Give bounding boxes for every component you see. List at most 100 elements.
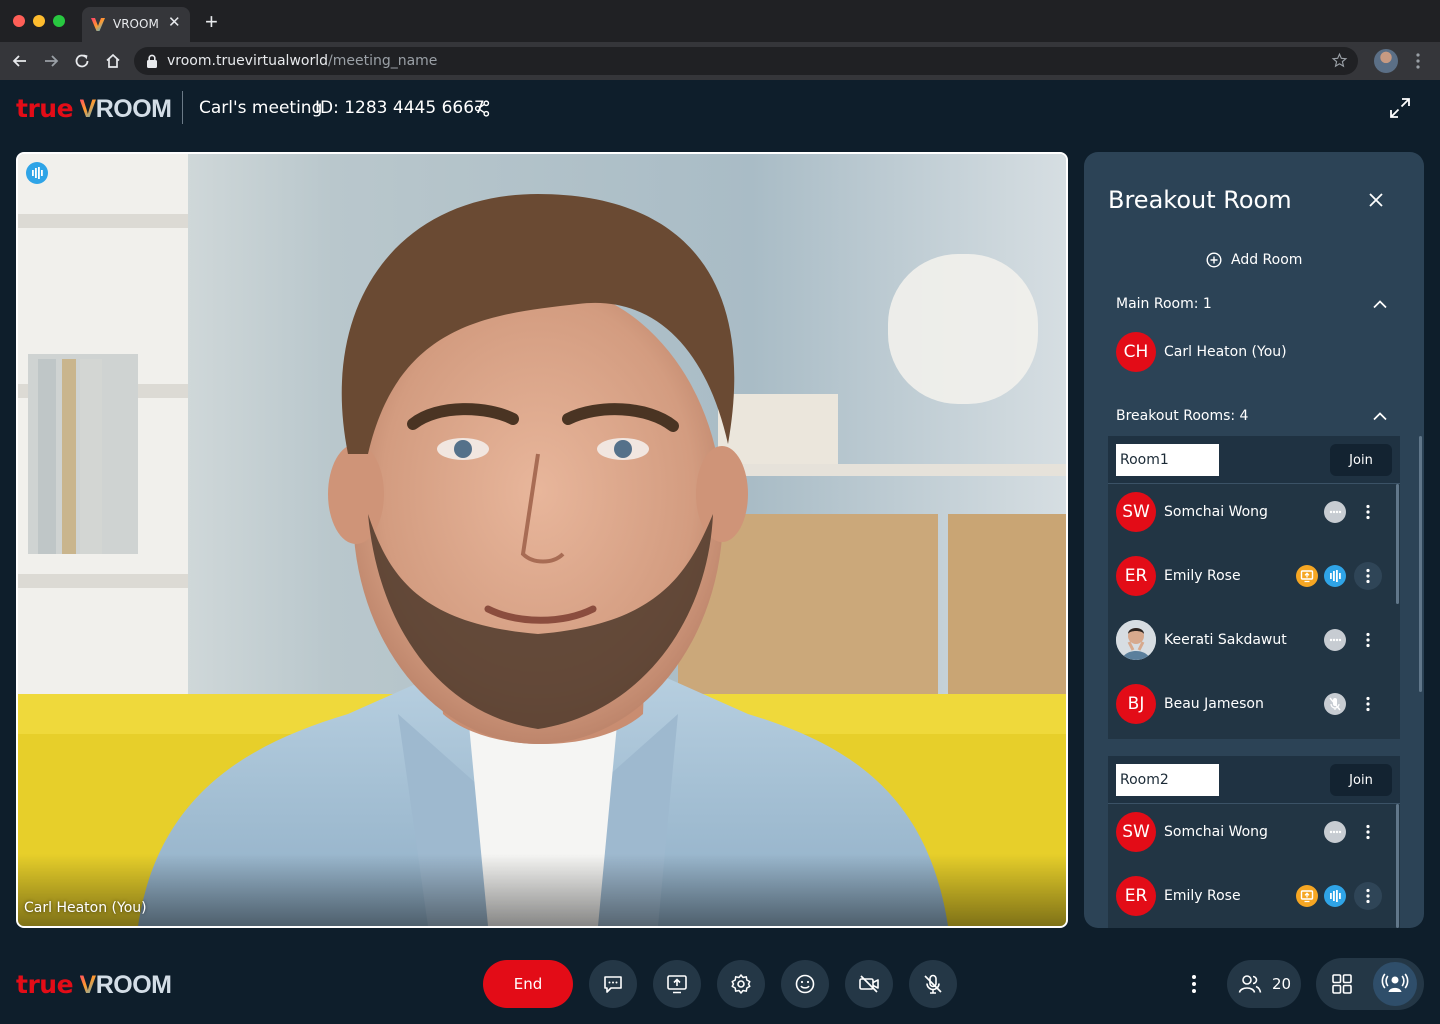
participant-name: Carl Heaton (You) [1164, 344, 1287, 360]
waiting-dots-icon [1324, 629, 1346, 651]
scrollbar[interactable] [1396, 484, 1399, 604]
avatar-photo [1116, 620, 1156, 660]
breakout-room-icon [1381, 973, 1409, 992]
more-options-icon[interactable] [1354, 818, 1382, 846]
participant-name: Emily Rose [1164, 568, 1241, 584]
profile-avatar[interactable] [1374, 49, 1398, 73]
room-header: Join [1108, 436, 1400, 484]
avatar: BJ [1116, 684, 1156, 724]
url-text: vroom.truevirtualworld/meeting_name [167, 53, 438, 69]
new-tab-icon[interactable]: + [205, 11, 218, 33]
participants-icon [1238, 975, 1262, 993]
mic-toggle-button[interactable] [909, 960, 957, 1008]
browser-toolbar: vroom.truevirtualworld/meeting_name [0, 42, 1440, 80]
avatar: CH [1116, 332, 1156, 372]
room-card-room2: Join SW Somchai Wong ER Emily Rose [1108, 756, 1400, 928]
close-icon[interactable] [1368, 192, 1384, 208]
true-vroom-logo: true VROOM [16, 94, 172, 123]
vroom-favicon-icon [91, 18, 105, 31]
participant-name: Somchai Wong [1164, 504, 1268, 520]
avatar: ER [1116, 876, 1156, 916]
view-toggle-group [1316, 958, 1424, 1010]
reactions-button[interactable] [781, 960, 829, 1008]
participant-name: Emily Rose [1164, 888, 1241, 904]
avatar: ER [1116, 556, 1156, 596]
address-bar[interactable]: vroom.truevirtualworld/meeting_name [134, 47, 1358, 75]
camera-off-icon [859, 975, 879, 993]
meeting-id: ID: 1283 4445 6667 [315, 98, 485, 118]
reload-icon[interactable] [72, 51, 92, 71]
chevron-up-icon[interactable] [1372, 299, 1388, 309]
meeting-title: Carl's meeting [199, 98, 323, 118]
bookmark-star-icon[interactable] [1331, 52, 1348, 69]
browser-tab-bar: VROOM ✕ + [0, 0, 1440, 42]
home-icon[interactable] [103, 51, 123, 71]
waiting-dots-icon [1324, 821, 1346, 843]
browser-tab[interactable]: VROOM ✕ [82, 7, 190, 42]
mic-off-icon [924, 974, 942, 994]
chat-icon [604, 976, 622, 993]
share-icon[interactable] [474, 100, 491, 117]
chevron-up-icon[interactable] [1372, 411, 1388, 421]
camera-toggle-button[interactable] [845, 960, 893, 1008]
presenting-icon [1296, 565, 1318, 587]
fullscreen-expand-icon[interactable] [1389, 97, 1411, 119]
window-minimize-button[interactable] [33, 15, 45, 27]
avatar: SW [1116, 492, 1156, 532]
participant-video-frame [18, 154, 1066, 926]
breakout-room-panel: Breakout Room Add Room Main Room: 1 CH C… [1084, 152, 1424, 928]
tab-title: VROOM [113, 17, 159, 31]
more-options-icon[interactable] [1354, 626, 1382, 654]
panel-scrollbar[interactable] [1419, 436, 1422, 692]
participant-count: 20 [1271, 975, 1292, 993]
panel-title: Breakout Room [1108, 186, 1292, 214]
add-room-button[interactable]: Add Room [1206, 250, 1302, 270]
breakout-room-toggle[interactable] [1373, 962, 1417, 1006]
more-options-icon[interactable] [1354, 498, 1382, 526]
more-options-icon[interactable] [1354, 562, 1382, 590]
participant-name: Keerati Sakdawut [1164, 632, 1287, 648]
chat-button[interactable] [589, 960, 637, 1008]
browser-menu-icon[interactable] [1414, 52, 1422, 70]
avatar: SW [1116, 812, 1156, 852]
room-card-room1: Join SW Somchai Wong ER Emily Rose [1108, 436, 1400, 739]
speaking-indicator-icon [26, 162, 48, 184]
true-vroom-footer-logo: true VROOM [16, 970, 172, 999]
grid-view-icon[interactable] [1330, 972, 1354, 996]
window-maximize-button[interactable] [53, 15, 65, 27]
lock-icon [147, 54, 157, 68]
speaking-indicator-icon [1324, 565, 1346, 587]
participants-button[interactable]: 20 [1227, 960, 1301, 1008]
main-video-tile[interactable]: Carl Heaton (You) [16, 152, 1068, 928]
room-name-input[interactable] [1116, 764, 1219, 796]
window-close-button[interactable] [13, 15, 25, 27]
breakout-rooms-heading: Breakout Rooms: 4 [1116, 408, 1249, 424]
room-name-input[interactable] [1116, 444, 1219, 476]
add-circle-icon [1206, 252, 1222, 268]
more-options-icon[interactable] [1354, 882, 1382, 910]
settings-icon [731, 974, 751, 994]
mic-off-icon [1324, 693, 1346, 715]
waiting-dots-icon [1324, 501, 1346, 523]
share-screen-icon [667, 975, 687, 994]
header-divider [182, 91, 183, 124]
join-room-button[interactable]: Join [1330, 444, 1392, 476]
end-meeting-button[interactable]: End [483, 960, 573, 1008]
settings-button[interactable] [717, 960, 765, 1008]
scrollbar[interactable] [1396, 804, 1399, 928]
emoji-icon [795, 974, 815, 994]
forward-arrow-icon[interactable] [41, 51, 61, 71]
presenting-icon [1296, 885, 1318, 907]
video-participant-label: Carl Heaton (You) [24, 900, 147, 916]
more-options-icon[interactable] [1354, 690, 1382, 718]
join-room-button[interactable]: Join [1330, 764, 1392, 796]
back-arrow-icon[interactable] [10, 51, 30, 71]
share-screen-button[interactable] [653, 960, 701, 1008]
speaking-indicator-icon [1324, 885, 1346, 907]
participant-name: Beau Jameson [1164, 696, 1264, 712]
tab-close-icon[interactable]: ✕ [168, 15, 181, 31]
main-room-heading: Main Room: 1 [1116, 296, 1212, 312]
more-options-icon[interactable] [1186, 972, 1202, 996]
participant-name: Somchai Wong [1164, 824, 1268, 840]
room-header: Join [1108, 756, 1400, 804]
